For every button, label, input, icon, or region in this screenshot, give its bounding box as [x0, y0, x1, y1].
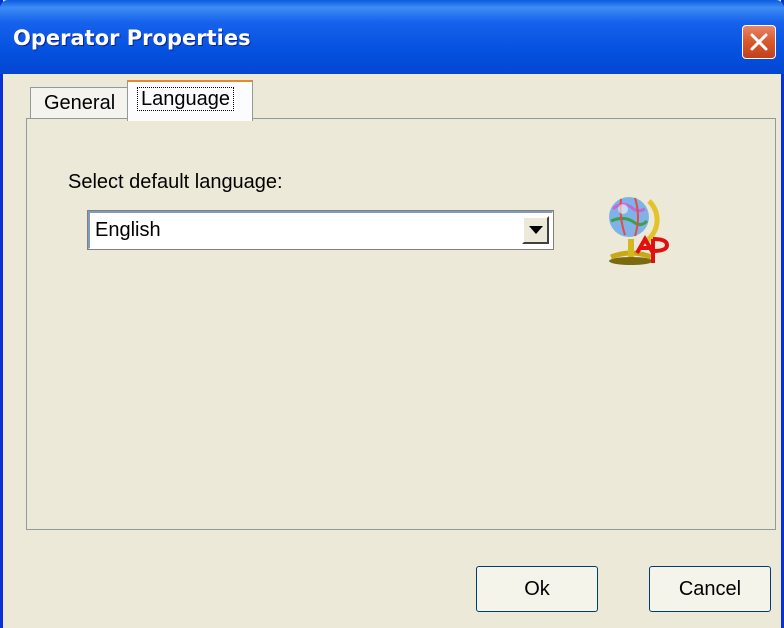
language-select-value: English — [95, 219, 161, 241]
ok-button[interactable]: Ok — [476, 566, 598, 612]
tab-general[interactable]: General — [30, 87, 128, 119]
tab-language[interactable]: Language — [127, 80, 253, 121]
window-title: Operator Properties — [13, 26, 251, 50]
language-select[interactable]: English — [87, 210, 554, 250]
default-language-label: Select default language: — [68, 171, 283, 193]
close-button[interactable] — [742, 25, 776, 59]
cancel-button[interactable]: Cancel — [649, 566, 771, 612]
operator-properties-dialog: Operator Properties General Language Sel… — [0, 0, 784, 628]
close-icon — [750, 33, 768, 51]
tab-language-label: Language — [137, 87, 234, 111]
tab-general-label: General — [44, 92, 116, 114]
language-tab-panel: Select default language: English — [26, 118, 776, 530]
language-dropdown-button[interactable] — [522, 216, 549, 244]
title-bar[interactable]: Operator Properties — [0, 0, 784, 74]
chevron-down-icon — [529, 226, 543, 234]
globe-icon — [609, 197, 670, 265]
